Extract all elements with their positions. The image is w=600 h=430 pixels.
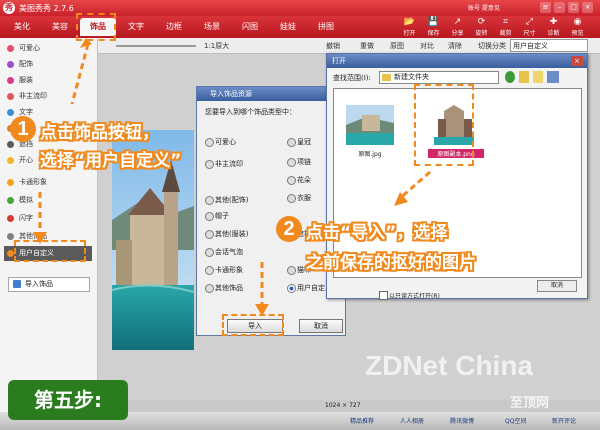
step1-line1: 点击饰品按钮， — [40, 123, 159, 143]
step1-number: 1 — [10, 116, 36, 142]
zdnet-watermark: ZDNet China — [365, 350, 533, 381]
step2-number: 2 — [276, 216, 302, 242]
zdnet-watermark-sub: 至顶网 — [510, 396, 550, 411]
step1-line2: 选择“用户自定义” — [40, 151, 182, 171]
step2-line1: 点击“导入”，选择 — [306, 223, 448, 243]
step2-line2: 之前保存的抠好的图片 — [306, 253, 476, 273]
step-label: 第五步: — [8, 380, 128, 420]
